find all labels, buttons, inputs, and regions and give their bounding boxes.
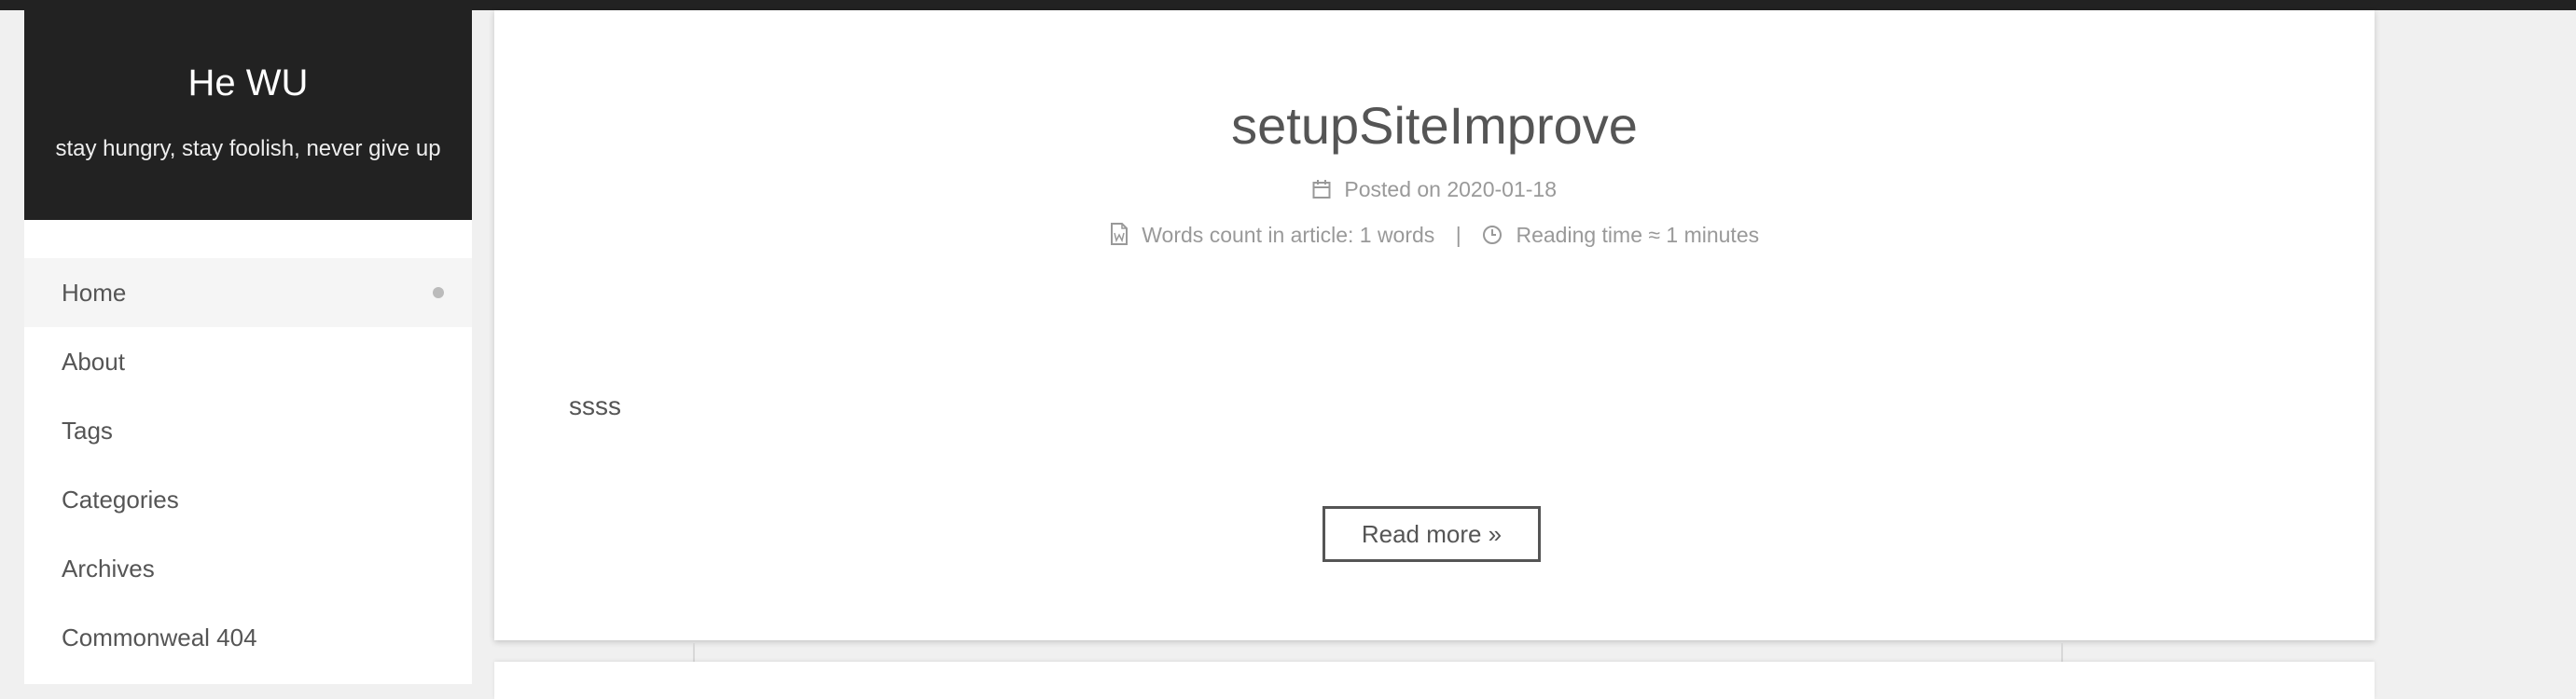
next-post-card: [494, 662, 2375, 699]
post-card: setupSiteImprove Posted on 2020-01-18 Wo…: [494, 10, 2375, 640]
menu-item-label: Archives: [62, 555, 155, 582]
menu-item-about[interactable]: About: [24, 327, 472, 396]
words-count-text: Words count in article: 1 words: [1142, 223, 1435, 247]
background-line: [693, 643, 695, 662]
reading-time-text: Reading time ≈ 1 minutes: [1516, 223, 1760, 247]
file-word-icon: [1110, 223, 1129, 252]
menu-item-label: About: [62, 348, 125, 376]
menu-item-tags[interactable]: Tags: [24, 396, 472, 465]
read-more-button[interactable]: Read more »: [1323, 506, 1541, 562]
menu-item-label: Categories: [62, 486, 179, 514]
menu-item-categories[interactable]: Categories: [24, 465, 472, 534]
main-menu: Home About Tags Categories Archives Comm…: [24, 258, 472, 672]
menu-item-label: Tags: [62, 417, 113, 445]
post-excerpt: ssss: [569, 391, 621, 420]
background-line: [2061, 643, 2063, 662]
post-meta-stats: Words count in article: 1 words | Readin…: [494, 221, 2375, 252]
calendar-icon: [1312, 178, 1331, 206]
site-subtitle: stay hungry, stay foolish, never give up: [55, 136, 441, 161]
clock-icon: [1482, 224, 1503, 252]
menu-item-archives[interactable]: Archives: [24, 534, 472, 603]
menu-item-home[interactable]: Home: [24, 258, 472, 327]
menu-item-label: Home: [62, 279, 127, 307]
site-brand: He WU stay hungry, stay foolish, never g…: [24, 10, 472, 220]
post-title-link[interactable]: setupSiteImprove: [494, 96, 2375, 156]
post-meta-date: Posted on 2020-01-18: [494, 175, 2375, 206]
sidebar: He WU stay hungry, stay foolish, never g…: [24, 10, 472, 684]
menu-item-label: Commonweal 404: [62, 624, 257, 651]
posted-on-text: Posted on 2020-01-18: [1344, 177, 1557, 201]
meta-separator: |: [1455, 223, 1461, 247]
menu-item-commonweal-404[interactable]: Commonweal 404: [24, 603, 472, 672]
site-title-link[interactable]: He WU: [24, 10, 472, 105]
active-indicator-dot: [433, 287, 444, 298]
top-bar: [0, 0, 2576, 10]
